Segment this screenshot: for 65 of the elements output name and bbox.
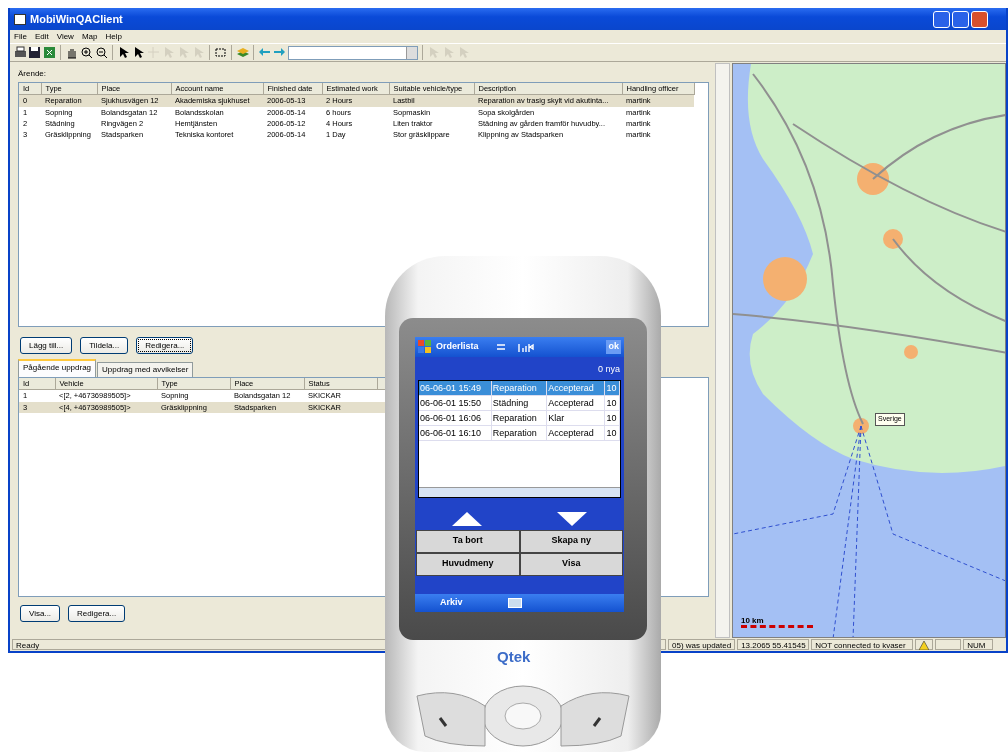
menu-item[interactable]: Arkiv bbox=[440, 596, 463, 610]
status-pane bbox=[935, 639, 962, 650]
list-cell: 06-06-01 16:10 bbox=[419, 425, 492, 440]
status-text: 05) was updated bbox=[668, 639, 736, 650]
list-cell: 10 bbox=[605, 395, 620, 410]
list-cell: Accepterad bbox=[547, 425, 606, 440]
signal-icon bbox=[496, 342, 537, 352]
list-cell: 06-06-01 15:50 bbox=[419, 395, 492, 410]
printer-icon[interactable] bbox=[13, 46, 26, 59]
minimize-button[interactable] bbox=[933, 10, 950, 28]
list-cell: 10 bbox=[605, 425, 620, 440]
rectangle-select-icon[interactable] bbox=[214, 46, 227, 59]
list-cell: 06-06-01 15:49 bbox=[419, 380, 492, 395]
list-cell: 06-06-01 16:06 bbox=[419, 410, 492, 425]
menu-item[interactable]: View bbox=[56, 31, 74, 42]
app-icon bbox=[14, 13, 26, 25]
button[interactable]: Huvudmeny bbox=[416, 552, 520, 576]
list-cell: Accepterad bbox=[547, 395, 606, 410]
keyboard-icon[interactable] bbox=[507, 598, 522, 608]
zoom-in-icon[interactable] bbox=[80, 46, 93, 59]
list-cell: Reparation bbox=[491, 410, 548, 425]
brand-logo: Qtek bbox=[497, 647, 531, 667]
button[interactable]: Skapa ny bbox=[519, 529, 623, 553]
windows-logo-icon[interactable] bbox=[418, 340, 432, 354]
status-text: NUM bbox=[963, 639, 994, 650]
pointer-icon[interactable] bbox=[132, 46, 145, 59]
down-arrow-icon[interactable] bbox=[556, 511, 587, 526]
menu-item[interactable]: Help bbox=[105, 31, 122, 42]
list-cell: Accepterad bbox=[547, 380, 606, 395]
new-count: 0 nya bbox=[596, 363, 621, 376]
horizontal-scrollbar[interactable] bbox=[419, 486, 620, 497]
up-arrow-icon[interactable] bbox=[452, 511, 483, 526]
section-label: Ärende: bbox=[17, 68, 48, 80]
scale-bar: 10 km bbox=[741, 616, 813, 628]
scrollbar[interactable] bbox=[715, 63, 730, 638]
menu-item[interactable]: Edit bbox=[34, 31, 49, 42]
button[interactable]: Tildela... bbox=[80, 337, 129, 354]
spreadsheet-icon[interactable] bbox=[43, 46, 56, 59]
zoom-out-icon[interactable] bbox=[95, 46, 108, 59]
pointer-icon[interactable] bbox=[117, 46, 130, 59]
list-cell: Reparation bbox=[491, 380, 548, 395]
button[interactable]: Visa... bbox=[20, 605, 61, 622]
list-cell: 10 bbox=[605, 380, 620, 395]
tab[interactable]: Uppdrag med avvikelser bbox=[97, 362, 194, 377]
menu-item[interactable]: Map bbox=[81, 31, 98, 42]
list-cell: 10 bbox=[605, 410, 620, 425]
button[interactable]: Redigera... bbox=[136, 337, 194, 354]
list-cell: Reparation bbox=[491, 425, 548, 440]
button[interactable]: Lägg till... bbox=[20, 337, 73, 354]
close-button[interactable] bbox=[971, 10, 988, 28]
maximize-button[interactable] bbox=[952, 10, 969, 28]
status-text: 13.2065 55.41545 bbox=[737, 639, 810, 650]
tab[interactable]: Pågående uppdrag bbox=[18, 359, 97, 377]
dropdown-field[interactable] bbox=[288, 45, 418, 60]
button[interactable]: Redigera... bbox=[68, 605, 126, 622]
list-cell: Klar bbox=[547, 410, 606, 425]
warning-icon bbox=[919, 641, 930, 651]
window-title: MobiWinQAClient bbox=[30, 11, 123, 27]
button[interactable]: Ta bort bbox=[416, 529, 520, 553]
right-arrow-icon[interactable] bbox=[273, 46, 286, 59]
layers-icon[interactable] bbox=[236, 46, 249, 59]
menu-item[interactable]: File bbox=[14, 31, 27, 42]
app-title: Orderlista bbox=[436, 340, 479, 354]
list-cell: Städning bbox=[491, 395, 548, 410]
status-text: NOT connected to kvaser bbox=[811, 639, 914, 650]
